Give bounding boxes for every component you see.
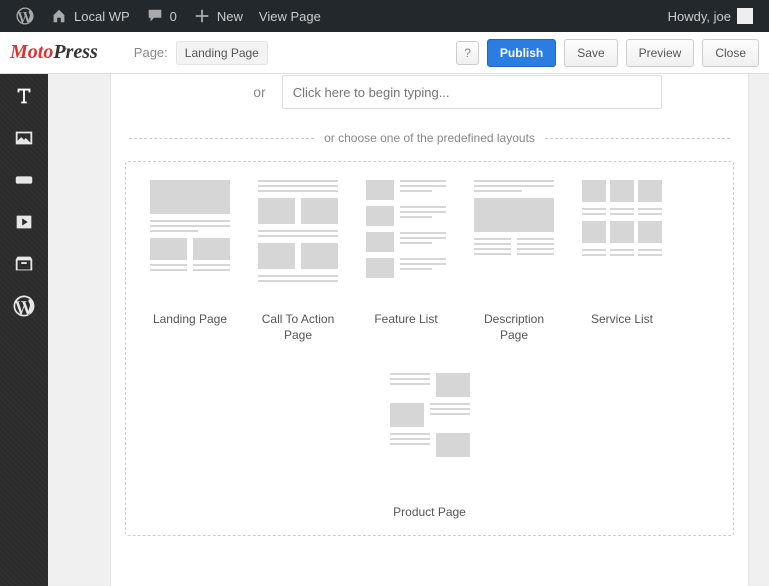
wp-new[interactable]: New bbox=[185, 0, 251, 32]
layout-feature-list[interactable]: Feature List bbox=[366, 180, 446, 343]
editor-header: MotoPress Page: Landing Page ? Publish S… bbox=[0, 32, 769, 74]
wp-comment-count: 0 bbox=[170, 9, 177, 24]
avatar bbox=[737, 8, 753, 24]
content-panel: or or choose one of the predefined layou… bbox=[110, 74, 749, 586]
layout-label: Landing Page bbox=[153, 312, 227, 328]
begin-typing-input[interactable] bbox=[282, 75, 662, 109]
layout-label: Call To Action Page bbox=[258, 312, 338, 343]
wp-logo[interactable] bbox=[8, 0, 42, 32]
save-button[interactable]: Save bbox=[564, 39, 617, 67]
divider-label: or choose one of the predefined layouts bbox=[324, 131, 535, 145]
page-label: Page: bbox=[134, 45, 168, 60]
logo: MotoPress bbox=[10, 41, 98, 64]
wp-site-name: Local WP bbox=[74, 9, 130, 24]
layout-label: Description Page bbox=[474, 312, 554, 343]
publish-button[interactable]: Publish bbox=[487, 39, 556, 67]
divider: or choose one of the predefined layouts bbox=[129, 131, 730, 145]
canvas: or or choose one of the predefined layou… bbox=[48, 74, 769, 586]
layout-label: Product Page bbox=[393, 505, 466, 521]
or-label: or bbox=[253, 84, 265, 100]
tool-rail bbox=[0, 74, 48, 586]
preview-button[interactable]: Preview bbox=[626, 39, 695, 67]
tool-archive[interactable] bbox=[8, 250, 40, 278]
tool-text[interactable] bbox=[8, 82, 40, 110]
close-button[interactable]: Close bbox=[702, 39, 759, 67]
wp-new-label: New bbox=[217, 9, 243, 24]
wp-view-page[interactable]: View Page bbox=[251, 0, 329, 32]
layout-product-page[interactable]: Product Page bbox=[390, 373, 470, 521]
wp-admin-bar: Local WP 0 New View Page Howdy, joe bbox=[0, 0, 769, 32]
tool-video[interactable] bbox=[8, 208, 40, 236]
layout-call-to-action[interactable]: Call To Action Page bbox=[258, 180, 338, 343]
layout-service-list[interactable]: Service List bbox=[582, 180, 662, 343]
wp-comments[interactable]: 0 bbox=[138, 0, 185, 32]
layouts-grid: Landing Page Call To Action Page bbox=[125, 161, 734, 536]
layout-label: Feature List bbox=[374, 312, 437, 328]
tool-image[interactable] bbox=[8, 124, 40, 152]
layout-landing-page[interactable]: Landing Page bbox=[150, 180, 230, 343]
layout-label: Service List bbox=[591, 312, 653, 328]
tool-button[interactable] bbox=[8, 166, 40, 194]
help-button[interactable]: ? bbox=[456, 41, 479, 65]
page-title[interactable]: Landing Page bbox=[176, 41, 268, 65]
wp-site-link[interactable]: Local WP bbox=[42, 0, 138, 32]
wp-user-menu[interactable]: Howdy, joe bbox=[660, 0, 761, 32]
tool-wordpress[interactable] bbox=[8, 292, 40, 320]
layout-description-page[interactable]: Description Page bbox=[474, 180, 554, 343]
wp-greeting: Howdy, joe bbox=[668, 9, 731, 24]
